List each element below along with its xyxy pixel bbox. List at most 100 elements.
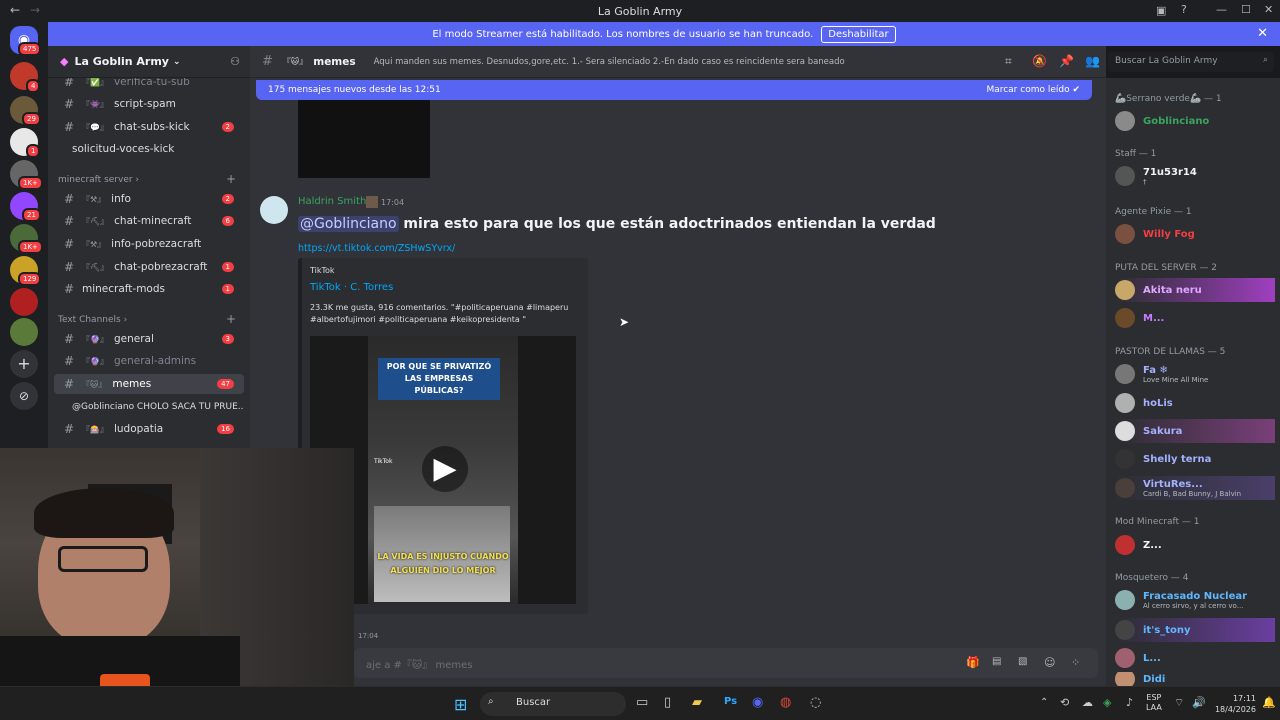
channel-ludopatia[interactable]: # 『🎰』 ludopatia 16 <box>54 419 244 439</box>
category-minecraft-server[interactable]: minecraft server › <box>58 175 139 185</box>
member-item[interactable]: hoLis <box>1115 391 1275 415</box>
new-messages-bar[interactable]: 175 mensajes nuevos desde las 12:51 Marc… <box>256 80 1092 100</box>
photoshop-icon[interactable]: Ps <box>724 696 737 707</box>
member-item[interactable]: it's_tony <box>1115 618 1275 642</box>
member-item[interactable]: M... <box>1115 306 1275 330</box>
member-list-icon[interactable]: 👥 <box>1085 54 1100 68</box>
channel-topic[interactable]: Aqui manden sus memes. Desnudos,gore,etc… <box>374 57 845 67</box>
member-item[interactable]: Didi <box>1115 672 1275 686</box>
play-icon[interactable]: ▶ <box>422 446 468 492</box>
search-icon: ⌕ <box>488 696 494 707</box>
file-explorer-icon[interactable]: ▰ <box>692 695 702 710</box>
channel-chat-pobrezacraft[interactable]: # 『⛏』 chat-pobrezacraft 1 <box>54 257 244 277</box>
add-friend-icon[interactable]: ⚇ <box>230 55 240 68</box>
close-window-icon[interactable]: ✕ <box>1264 3 1273 16</box>
mark-as-read-button[interactable]: Marcar como leído ✔ <box>986 85 1080 95</box>
member-item[interactable]: Willy Fog <box>1115 222 1275 246</box>
notification-icon[interactable]: 🔔 <box>1262 696 1276 709</box>
member-item[interactable]: Shelly terna <box>1115 447 1275 471</box>
explore-icon[interactable]: ⊘ <box>10 382 38 410</box>
member-list: 🦾Serrano verde🦾 — 1 Goblinciano Staff — … <box>1106 78 1280 686</box>
member-item[interactable]: Sakura <box>1115 419 1275 443</box>
embed-title[interactable]: TikTok · C. Torres <box>310 282 393 293</box>
member-item[interactable]: Z... <box>1115 533 1275 557</box>
taskbar-search[interactable]: ⌕ Buscar <box>480 692 626 716</box>
member-item[interactable]: Fa ❄ Love Mine All Mine <box>1115 362 1275 386</box>
server-icon[interactable] <box>10 288 38 316</box>
member-item[interactable]: 71u53r14 † <box>1115 164 1275 188</box>
channel-info-pobrezacraft[interactable]: # 『⚒』 info-pobrezacraft <box>54 234 244 254</box>
gift-icon[interactable]: 🎁 <box>966 656 980 669</box>
member-item[interactable]: VirtuRes... Cardi B, Bad Bunny, J Balvin <box>1115 476 1275 500</box>
language-indicator[interactable]: ESP LAA <box>1146 693 1162 713</box>
server-badge: 1K+ <box>18 240 43 254</box>
channel-minecraft-mods[interactable]: # minecraft-mods 1 <box>54 279 244 299</box>
message-timestamp: 17:04 <box>381 198 405 207</box>
avatar[interactable] <box>260 196 288 224</box>
onedrive-icon[interactable]: ☁ <box>1082 696 1093 709</box>
orange-object <box>100 674 150 686</box>
banner-text: El modo Streamer está habilitado. Los no… <box>432 28 814 40</box>
category-text-channels[interactable]: Text Channels › <box>58 315 127 325</box>
channel-general[interactable]: # 『🔮』 general 3 <box>54 329 244 349</box>
minimize-icon[interactable]: — <box>1216 3 1227 16</box>
disable-streamer-button[interactable]: Deshabilitar <box>821 25 896 43</box>
message-link[interactable]: https://vt.tiktok.com/ZSHwSYvrx/ <box>298 243 455 254</box>
channel-general-admins[interactable]: # 『🔮』 general-admins <box>54 351 244 371</box>
next-message-timestamp: 17:04 <box>358 632 379 640</box>
channel-chat-subs-kick[interactable]: # 『💬』 chat-subs-kick 2 <box>54 117 244 137</box>
threads-icon[interactable]: ⌗ <box>1005 54 1012 69</box>
discord-taskbar-icon[interactable]: ◉ <box>752 695 763 710</box>
tray-icon[interactable]: ◈ <box>1103 696 1111 709</box>
member-item[interactable]: Fracasado Nuclear Al cerro sirvo, y al ce… <box>1115 588 1275 612</box>
search-icon: ⌕ <box>1262 55 1268 65</box>
help-icon[interactable]: ? <box>1181 3 1187 16</box>
previous-image[interactable] <box>298 100 430 178</box>
app-icon[interactable]: ▯ <box>664 695 671 710</box>
apps-icon[interactable]: ⁘ <box>1071 656 1080 669</box>
volume-icon[interactable]: 🔊 <box>1192 696 1206 709</box>
user-mention[interactable]: @Goblinciano <box>298 216 399 232</box>
microphone-icon[interactable]: ♪ <box>1126 696 1133 709</box>
thread-item[interactable]: @Goblinciano CHOLO SACA TU PRUE... <box>72 397 244 417</box>
add-channel-icon[interactable]: + <box>226 312 236 326</box>
tray-icon[interactable]: ⟲ <box>1060 696 1069 709</box>
inbox-icon[interactable]: ▣ <box>1156 4 1166 17</box>
channel-memes[interactable]: # 『🐱』 memes 47 <box>54 374 244 394</box>
channel-script-spam[interactable]: # 『👾』 script-spam <box>54 94 244 114</box>
emoji-icon[interactable]: ☺ <box>1044 656 1055 669</box>
app-icon[interactable]: ◌ <box>810 695 821 710</box>
chrome-icon[interactable]: ◍ <box>780 695 791 710</box>
notifications-muted-icon[interactable]: 🔕 <box>1032 54 1047 68</box>
server-header[interactable]: ◆ La Goblin Army ⌄ ⚇ <box>48 46 250 78</box>
message-author[interactable]: Haldrin Smith <box>298 196 366 207</box>
server-badge: 21 <box>22 208 41 222</box>
add-server-icon[interactable]: + <box>10 350 38 378</box>
channel-solicitud-voces-kick[interactable]: solicitud-voces-kick <box>54 139 244 159</box>
mouse-cursor: ➤ <box>619 315 630 329</box>
tray-chevron-icon[interactable]: ⌃ <box>1040 697 1048 708</box>
add-channel-icon[interactable]: + <box>226 172 236 186</box>
streamer-mode-banner: El modo Streamer está habilitado. Los no… <box>48 22 1280 46</box>
embed-provider: TikTok <box>310 266 335 275</box>
gif-icon[interactable]: ▤ <box>992 656 1001 667</box>
channel-verifica-tu-sub[interactable]: # 『✅』 verifica-tu-sub <box>54 78 244 92</box>
search-input[interactable]: Buscar La Goblin Army ⌕ <box>1108 52 1274 72</box>
pin-icon[interactable]: 📌 <box>1059 54 1074 68</box>
close-banner-icon[interactable]: ✕ <box>1257 26 1268 41</box>
task-view-icon[interactable]: ▭ <box>636 695 648 710</box>
maximize-icon[interactable]: ☐ <box>1241 3 1251 16</box>
wifi-icon[interactable]: ⌔ <box>1174 696 1184 710</box>
member-item[interactable]: Goblinciano <box>1115 109 1275 133</box>
windows-start-icon[interactable]: ⊞ <box>454 695 467 714</box>
goblin-army-server-icon[interactable] <box>10 318 38 346</box>
member-item[interactable]: L... <box>1115 646 1275 670</box>
channel-info[interactable]: # 『⚒』 info 2 <box>54 189 244 209</box>
embed-description: 23.3K me gusta, 916 comentarios. "#polit… <box>310 303 569 324</box>
member-item[interactable]: Akita neru <box>1115 278 1275 302</box>
clock[interactable]: 17:11 18/4/2026 <box>1210 693 1256 715</box>
sticker-icon[interactable]: ▧ <box>1018 656 1027 667</box>
message-input[interactable]: aje a #『🐱』 memes 🎁 ▤ ▧ ☺ ⁘ <box>354 648 1098 678</box>
channel-chat-minecraft[interactable]: # 『⛏』 chat-minecraft 6 <box>54 211 244 231</box>
channel-header: # 『🐱』 memes Aqui manden sus memes. Desnu… <box>250 46 1106 78</box>
